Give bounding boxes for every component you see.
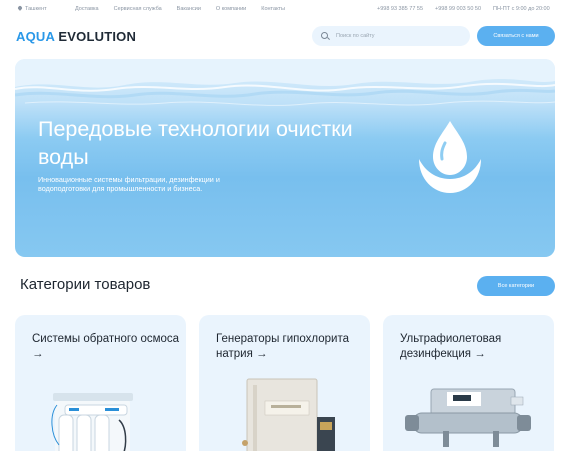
nav-delivery[interactable]: Доставка (75, 6, 99, 12)
reverse-osmosis-image (51, 393, 133, 451)
logo-aqua: AQUA (16, 29, 55, 44)
top-bar: Ташкент Доставка Сервисная служба Ваканс… (0, 0, 570, 20)
location-pin-icon (17, 6, 22, 12)
nav-contacts[interactable]: Контакты (261, 6, 285, 12)
hero-title: Передовые технологии очистки воды (38, 117, 353, 169)
hero-banner: Передовые технологии очистки воды Иннова… (15, 59, 555, 257)
hero-subtitle: Инновационные системы фильтрации, дезинф… (38, 175, 220, 193)
top-nav: Доставка Сервисная служба Вакансии О ком… (75, 6, 300, 12)
phone-1[interactable]: +998 93 385 77 55 (377, 6, 423, 12)
city-label: Ташкент (25, 6, 47, 12)
category-card-uv[interactable]: Ультрафиолетовая дезинфекция → (383, 315, 554, 451)
arrow-right-icon: → (32, 348, 44, 360)
logo[interactable]: AQUA EVOLUTION (16, 29, 136, 44)
category-card-reverse-osmosis[interactable]: Системы обратного осмоса → (15, 315, 186, 451)
all-categories-button[interactable]: Все категории (477, 276, 555, 296)
phone-2[interactable]: +998 99 003 50 50 (435, 6, 481, 12)
logo-evolution: EVOLUTION (58, 29, 137, 44)
category-title[interactable]: Ультрафиолетовая дезинфекция → (400, 332, 550, 362)
working-hours: ПН-ПТ с 9:00 до 20:00 (493, 6, 550, 12)
water-drop-icon (419, 121, 481, 193)
categories-title: Категории товаров (20, 276, 151, 293)
search-icon[interactable] (321, 32, 328, 39)
nav-vacancies[interactable]: Вакансии (177, 6, 201, 12)
search-input[interactable] (336, 30, 464, 42)
nav-about[interactable]: О компании (216, 6, 246, 12)
contact-button[interactable]: Связаться с нами (477, 26, 555, 46)
nav-service[interactable]: Сервисная служба (114, 6, 162, 12)
hypochlorite-generator-image (242, 378, 335, 451)
category-title[interactable]: Системы обратного осмоса → (32, 332, 182, 362)
search-box[interactable] (312, 26, 470, 46)
uv-disinfection-image (405, 388, 531, 447)
category-card-hypochlorite[interactable]: Генераторы гипохлорита натрия → (199, 315, 370, 451)
city-selector[interactable]: Ташкент (17, 6, 47, 12)
category-title[interactable]: Генераторы гипохлорита натрия → (216, 332, 366, 362)
arrow-right-icon: → (474, 348, 486, 360)
arrow-right-icon: → (256, 348, 268, 360)
